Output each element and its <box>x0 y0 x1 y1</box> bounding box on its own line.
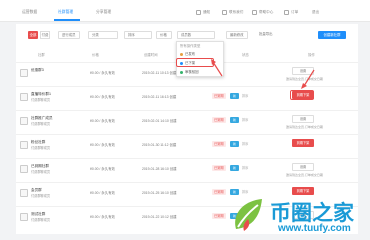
category-select-label: 分类 <box>92 33 99 37</box>
sort-select[interactable]: 排序 <box>124 31 152 39</box>
price-cell: ¥0.00 / 永久有效 <box>90 71 115 75</box>
logout-link[interactable]: 退出 <box>312 9 319 16</box>
status-badge: 已到期 <box>212 117 226 123</box>
member-filter[interactable]: 进行成员 <box>58 31 80 39</box>
tab-operations[interactable]: 运营数据 <box>22 9 37 16</box>
notification-label: 通知 <box>203 10 211 14</box>
sort-handle[interactable]: 排序 <box>242 93 248 98</box>
price-select[interactable]: 价格 <box>156 31 172 39</box>
leaf-logo-icon <box>235 199 262 231</box>
table-row: 已到期社群 付费群聊成员 ¥0.00 / 永久有效 2019-01-28 16:10 … <box>16 158 358 180</box>
column-header-community: 社群 <box>38 53 45 57</box>
active-tab-indicator <box>54 19 80 21</box>
dropdown-option-rejected[interactable]: 审核驳回 <box>180 69 199 76</box>
new-badge: 新 <box>230 141 239 147</box>
row-action-button[interactable]: 设置 <box>292 163 314 171</box>
community-subtitle: 付费群聊成员 <box>31 122 51 126</box>
action-note: 邀请到达全员,订单成交日期 <box>286 125 323 129</box>
status-badge: 已到期 <box>212 165 226 171</box>
dropdown-highlight-box <box>176 58 214 67</box>
price-cell: ¥0.00 / 永久有效 <box>90 167 115 171</box>
new-badge: 新 <box>230 117 239 123</box>
community-avatar <box>20 117 28 125</box>
community-subtitle: 付费群聊成员 <box>31 170 51 174</box>
sort-handle[interactable]: 排序 <box>242 141 248 146</box>
community-name[interactable]: 优惠群3 <box>31 68 44 73</box>
bell-icon <box>196 10 201 15</box>
status-dot-icon <box>180 71 183 74</box>
orders-label: 订单 <box>291 10 299 14</box>
dropdown-option-label: 已发布 <box>185 52 196 56</box>
community-avatar <box>20 213 28 221</box>
dropdown-option-published[interactable]: 已发布 <box>180 51 195 58</box>
tab-community-management[interactable]: 社群管理 <box>58 9 73 16</box>
help-icon <box>252 10 257 15</box>
phone-icon <box>222 10 227 15</box>
created-date-cell: 2019-01-28 16:10 创建 <box>142 167 177 171</box>
orders-link[interactable]: 订单 <box>284 9 298 16</box>
status-badge: 已到期 <box>212 141 226 147</box>
contact-label: 联系我们 <box>229 10 244 14</box>
annotation-arrow-icon <box>211 59 223 77</box>
status-badge: 已到期 <box>212 93 226 99</box>
dropdown-option-label: 审核驳回 <box>185 70 199 74</box>
created-date-cell: 2019-02-01 14:10 创建 <box>142 119 177 123</box>
sort-handle[interactable]: 排序 <box>242 165 248 170</box>
filter-paid-chip[interactable]: 付费 <box>40 31 50 39</box>
member-count-select[interactable]: 成员数 <box>177 31 215 39</box>
create-community-button[interactable]: 创建新社群 <box>318 31 346 39</box>
price-cell: ¥0.00 / 永久有效 <box>90 143 115 147</box>
created-date-cell: 2019-01-22 10:12 创建 <box>142 215 177 219</box>
price-cell: ¥0.00 / 永久有效 <box>90 119 115 123</box>
row-action-button[interactable]: 到期下架 <box>292 139 314 147</box>
table-row: 粉丝社群 付费群聊成员 ¥0.00 / 永久有效 2019-01-30 11:12 创… <box>16 134 358 156</box>
new-badge: 新 <box>230 93 239 99</box>
community-avatar <box>20 69 28 77</box>
created-date-cell: 2019-01-25 16:10 创建 <box>142 191 177 195</box>
community-subtitle: 付费群聊成员 <box>31 218 51 222</box>
column-header-price: 价格 <box>92 53 99 57</box>
created-date-cell: 2019-02-11 16:13 创建 <box>142 95 177 99</box>
price-cell: ¥0.00 / 永久有效 <box>90 95 115 99</box>
community-subtitle: 付费群聊成员 <box>31 98 51 102</box>
price-cell: ¥0.00 / 永久有效 <box>90 191 115 195</box>
price-cell: ¥0.00 / 永久有效 <box>90 215 115 219</box>
dropdown-header: 所有操作类型 <box>180 44 201 48</box>
action-note: 邀请到达全员,订单成交日期 <box>286 173 323 177</box>
community-avatar <box>20 165 28 173</box>
community-subtitle: 付费群聊成员 <box>31 146 51 150</box>
notification-link[interactable]: 通知 <box>196 9 210 16</box>
sort-handle[interactable]: 排序 <box>242 117 248 122</box>
community-avatar <box>20 189 28 197</box>
watermark-url: www.tuufy.com <box>278 223 351 234</box>
column-header-created: 创建时间 <box>144 53 158 57</box>
sort-select-label: 排序 <box>128 33 135 37</box>
help-link[interactable]: 帮助中心 <box>252 9 273 16</box>
tab-share-management[interactable]: 分享管理 <box>96 9 111 16</box>
row-action-button[interactable]: 设置 <box>292 115 314 123</box>
contact-link[interactable]: 联系我们 <box>222 9 243 16</box>
new-badge: 新 <box>230 165 239 171</box>
community-avatar <box>20 93 28 101</box>
annotation-arrow-icon <box>301 69 315 89</box>
help-label: 帮助中心 <box>259 10 274 14</box>
status-dot-icon <box>180 53 183 56</box>
created-date-cell: 2019-02-11 10:13 创建 <box>142 71 177 75</box>
order-icon <box>284 10 289 15</box>
watermark-logo: 币圈之家 www.tuufy.com <box>218 193 368 237</box>
community-avatar <box>20 141 28 149</box>
filter-all-chip[interactable]: 全部 <box>28 31 38 39</box>
column-header-status: 状态 <box>242 53 249 57</box>
table-row: 社群推广成员 付费群聊成员 ¥0.00 / 永久有效 2019-02-01 14:10… <box>16 110 358 132</box>
created-date-cell: 2019-01-30 11:12 创建 <box>142 143 177 147</box>
category-select[interactable]: 分类 <box>88 31 118 39</box>
action-highlight-box <box>290 90 314 100</box>
top-navigation-bar: 运营数据 社群管理 分享管理 通知 联系我们 帮助中心 订单 退出 <box>0 0 370 22</box>
community-subtitle: 付费群聊成员 <box>31 194 51 198</box>
latest-modified-select[interactable]: 最新修改 <box>226 31 248 39</box>
batch-export-link[interactable]: 批量导出 <box>256 31 280 39</box>
column-header-action: 操作 <box>308 53 315 57</box>
